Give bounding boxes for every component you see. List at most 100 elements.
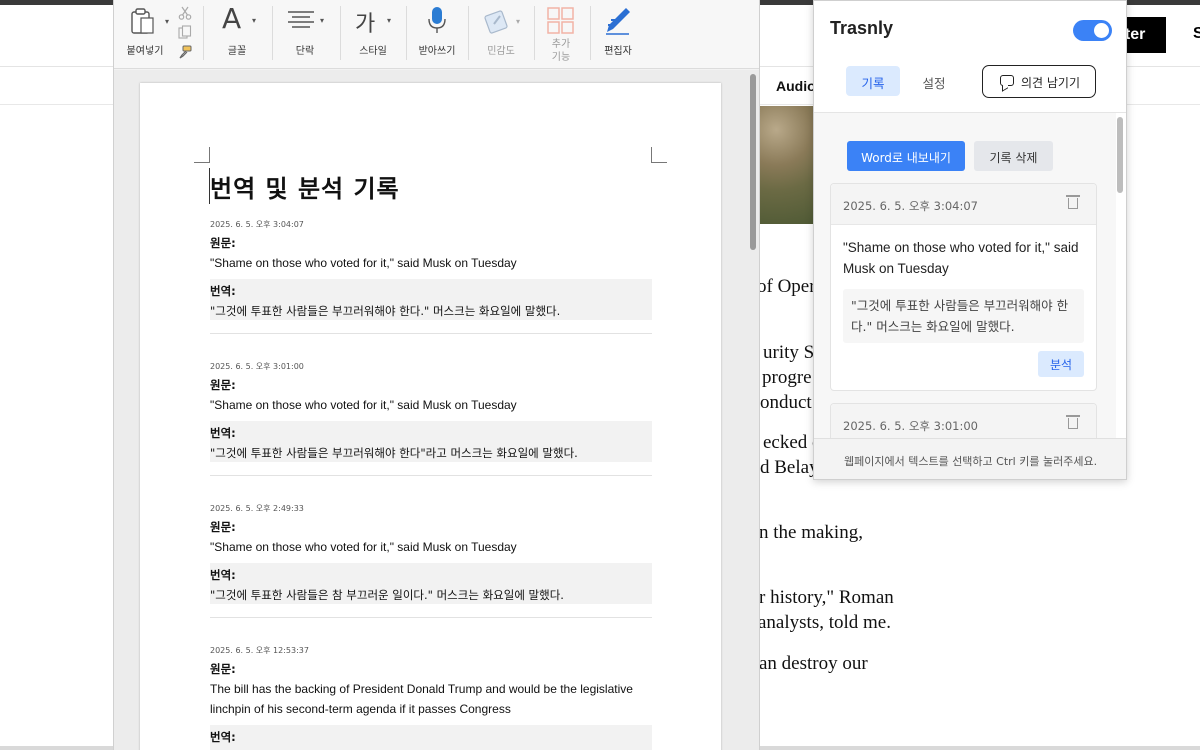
toggle-knob: [1094, 23, 1109, 38]
original-text: "Shame on those who voted for it," said …: [210, 256, 517, 270]
ribbon-separator: [203, 6, 204, 60]
addins-grid-icon: [547, 7, 574, 34]
article-text-line: n the making,: [759, 522, 863, 543]
translation-label: 번역:: [210, 284, 236, 298]
trash-icon[interactable]: [1066, 195, 1080, 209]
ribbon-separator: [534, 6, 535, 60]
article-text-line: d Belay: [760, 457, 819, 478]
ribbon-separator: [590, 6, 591, 60]
clear-history-button[interactable]: 기록 삭제: [974, 141, 1053, 171]
font-label: 글꼴: [227, 46, 247, 57]
sensitivity-label: 민감도: [487, 46, 515, 57]
history-entry: 2025. 6. 5. 오후 3:01:00 원문: "Shame on tho…: [210, 361, 652, 476]
history-card: 2025. 6. 5. 오후 3:04:07 "Shame on those w…: [830, 183, 1097, 391]
card-header: 2025. 6. 5. 오후 3:04:07: [831, 184, 1096, 225]
export-word-button[interactable]: Word로 내보내기: [847, 141, 965, 171]
article-text-line: onduct: [760, 392, 812, 413]
history-card: 2025. 6. 5. 오후 3:01:00: [830, 403, 1097, 438]
original-text: "Shame on those who voted for it," said …: [210, 540, 517, 554]
article-text-line: progre: [762, 367, 812, 388]
ribbon-separator: [468, 6, 469, 60]
crop-mark: [194, 147, 210, 163]
card-original-text: "Shame on those who voted for it," said …: [843, 240, 1079, 276]
tab-history[interactable]: 기록: [846, 66, 900, 96]
sensitivity-tag-icon: [484, 10, 508, 34]
article-text-line: analysts, told me.: [758, 612, 891, 633]
chevron-down-icon[interactable]: ▾: [165, 17, 169, 26]
ribbon-separator: [406, 6, 407, 60]
history-entry: 2025. 6. 5. 오후 3:04:07 원문: "Shame on tho…: [210, 219, 652, 334]
article-photo: [760, 106, 814, 224]
audio-link[interactable]: Audio: [776, 78, 816, 94]
tab-settings[interactable]: 설정: [910, 66, 958, 96]
original-label: 원문:: [210, 236, 236, 250]
history-entry: 2025. 6. 5. 오후 2:49:33 원문: "Shame on tho…: [210, 503, 652, 618]
original-label: 원문:: [210, 520, 236, 534]
editor-button[interactable]: 편집자: [596, 4, 640, 64]
translation-text: "그것에 투표한 사람들은 부끄러워해야 한다"라고 머스크는 화요일에 말했다…: [210, 446, 578, 460]
original-text: The bill has the backing of President Do…: [210, 682, 633, 716]
entry-timestamp: 2025. 6. 5. 오후 12:53:37: [210, 646, 309, 655]
style-label: 스타일: [359, 46, 387, 57]
entry-divider: [210, 475, 652, 476]
analyze-button[interactable]: 분석: [1038, 351, 1084, 377]
enable-toggle[interactable]: [1073, 20, 1112, 41]
card-translation-text: "그것에 투표한 사람들은 부끄러워해야 한다." 머스크는 화요일에 말했다.: [843, 289, 1084, 343]
addins-label: 추가 기능: [551, 39, 571, 63]
chevron-down-icon[interactable]: ▾: [320, 16, 324, 25]
card-header: 2025. 6. 5. 오후 3:01:00: [831, 404, 1096, 438]
chevron-down-icon[interactable]: ▾: [516, 17, 520, 26]
entry-divider: [210, 333, 652, 334]
history-entry: 2025. 6. 5. 오후 12:53:37 원문: The bill has…: [210, 645, 652, 750]
article-text-line: urity S: [763, 342, 815, 363]
paste-label: 붙여넣기: [126, 46, 164, 57]
entry-timestamp: 2025. 6. 5. 오후 3:04:07: [210, 220, 304, 229]
microphone-icon: [428, 7, 446, 33]
feedback-button[interactable]: 의견 남기기: [982, 65, 1096, 98]
chevron-down-icon[interactable]: ▾: [387, 16, 391, 25]
entry-timestamp: 2025. 6. 5. 오후 3:01:00: [210, 362, 304, 371]
chat-bubble-icon: [1000, 75, 1014, 86]
entry-timestamp: 2025. 6. 5. 오후 2:49:33: [210, 504, 304, 513]
translation-block: 번역:: [210, 725, 652, 750]
cut-icon[interactable]: [178, 6, 192, 20]
paste-button[interactable]: ▾ 붙여넣기: [122, 4, 169, 64]
chevron-down-icon[interactable]: ▾: [252, 16, 256, 25]
card-timestamp: 2025. 6. 5. 오후 3:04:07: [843, 199, 978, 213]
dictate-button[interactable]: 받아쓰기: [414, 4, 460, 64]
style-button[interactable]: 가 ▾ 스타일: [348, 4, 398, 64]
document-page[interactable]: 번역 및 분석 기록 2025. 6. 5. 오후 3:04:07 원문: "S…: [140, 83, 721, 750]
addins-button[interactable]: 추가 기능: [540, 4, 582, 64]
font-button[interactable]: A ▾ 글꼴: [210, 2, 264, 64]
document-scrollbar-thumb[interactable]: [750, 74, 756, 250]
translation-block: 번역: "그것에 투표한 사람들은 참 부끄러운 일이다." 머스크는 화요일에…: [210, 563, 652, 604]
history-scrollbar-thumb[interactable]: [1117, 117, 1123, 193]
feedback-label: 의견 남기기: [1021, 76, 1081, 90]
trash-icon[interactable]: [1066, 415, 1080, 429]
sensitivity-button[interactable]: ▾ 민감도: [476, 4, 526, 64]
copy-icon[interactable]: [178, 25, 192, 39]
article-text-line: of Oper: [757, 276, 816, 297]
original-text: "Shame on those who voted for it," said …: [210, 398, 517, 412]
translation-block: 번역: "그것에 투표한 사람들은 부끄러워해야 한다." 머스크는 화요일에 …: [210, 279, 652, 320]
translation-label: 번역:: [210, 730, 236, 744]
paragraph-button[interactable]: ▾ 단락: [280, 4, 330, 64]
translation-label: 번역:: [210, 426, 236, 440]
translation-label: 번역:: [210, 568, 236, 582]
format-painter-icon[interactable]: [177, 45, 193, 59]
paragraph-icon: [288, 11, 314, 28]
entry-divider: [210, 617, 652, 618]
style-icon: 가: [355, 12, 376, 37]
popup-footer-hint: 웹페이지에서 텍스트를 선택하고 Ctrl 키를 눌러주세요.: [814, 438, 1126, 479]
extension-brand: Trasnly: [830, 18, 894, 38]
original-label: 원문:: [210, 378, 236, 392]
translation-text: "그것에 투표한 사람들은 부끄러워해야 한다." 머스크는 화요일에 말했다.: [210, 304, 561, 318]
ribbon-separator: [272, 6, 273, 60]
font-icon: A: [222, 2, 242, 35]
article-text-line: an destroy our: [759, 653, 868, 674]
header-cutoff-link[interactable]: S: [1193, 25, 1200, 43]
translation-text: "그것에 투표한 사람들은 참 부끄러운 일이다." 머스크는 화요일에 말했다…: [210, 588, 564, 602]
crop-mark: [651, 147, 667, 163]
trasnly-popup: Trasnly 기록 설정 의견 남기기 Word로 내보내기 기록 삭제 20…: [813, 0, 1127, 480]
word-window: ▾ 붙여넣기 A ▾ 글꼴 ▾ 단락 가 ▾ 스타일 받아쓰기 ▾ 민감도 추가…: [113, 0, 760, 750]
